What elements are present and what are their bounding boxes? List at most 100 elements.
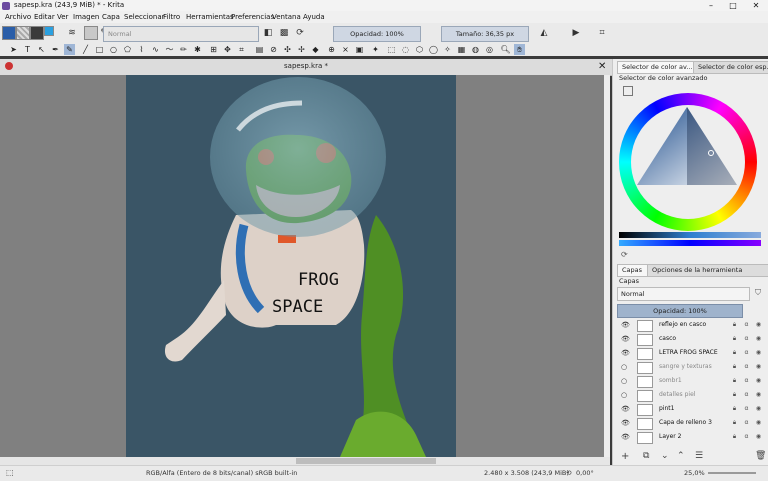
eye-icon[interactable]: 👁︎ — [621, 405, 630, 413]
zoom-label[interactable]: 25,0% — [684, 469, 705, 477]
layer-row[interactable]: 👁︎ casco 🔒︎ α ◉ — [613, 332, 767, 346]
delete-layer-button[interactable]: 🗑︎ — [755, 451, 766, 461]
crop-icon[interactable]: ⌗ — [596, 27, 608, 39]
menu-ver[interactable]: Ver — [57, 13, 68, 21]
menu-ayuda[interactable]: Ayuda — [303, 13, 325, 21]
lock-icon[interactable]: 🔒︎ — [731, 335, 738, 342]
preserve-alpha-icon[interactable]: ▩ — [278, 27, 290, 39]
close-document-icon[interactable]: ✕ — [598, 61, 606, 72]
menu-editar[interactable]: Editar — [34, 13, 55, 21]
lock-icon[interactable]: 🔒︎ — [731, 433, 738, 440]
lock-icon[interactable]: 🔒︎ — [731, 391, 738, 398]
move-tool-icon[interactable]: ✥ — [222, 44, 233, 55]
zoom-tool-icon[interactable]: 🔍︎ — [500, 44, 511, 55]
move-layer-up-button[interactable]: ⌃ — [677, 451, 685, 461]
menu-capa[interactable]: Capa — [102, 13, 120, 21]
rect-select-icon[interactable]: ⬚ — [386, 44, 397, 55]
pan-tool-icon[interactable]: ✦ — [370, 44, 381, 55]
layer-opacity-field[interactable]: Opacidad: 100% — [617, 304, 743, 318]
layer-row[interactable]: 👁︎ Layer 2 🔒︎ α ◉ — [613, 430, 767, 444]
alpha-lock-icon[interactable]: α — [743, 349, 750, 356]
reference-tool-icon[interactable]: ▣ — [354, 44, 365, 55]
inherit-alpha-icon[interactable]: ◉ — [755, 335, 762, 342]
polygon-select-icon[interactable]: ⬡ — [414, 44, 425, 55]
lock-icon[interactable]: 🔒︎ — [731, 363, 738, 370]
lock-icon[interactable]: 🔒︎ — [731, 377, 738, 384]
gradient-swatch[interactable] — [2, 26, 16, 40]
close-window-button[interactable]: ✕ — [745, 0, 767, 11]
alpha-lock-icon[interactable]: α — [743, 391, 750, 398]
eye-icon[interactable]: 👁︎ — [621, 335, 630, 343]
menu-imagen[interactable]: Imagen — [73, 13, 99, 21]
inherit-alpha-icon[interactable]: ◉ — [755, 433, 762, 440]
menu-archivo[interactable]: Archivo — [5, 13, 31, 21]
alpha-lock-icon[interactable]: α — [743, 377, 750, 384]
inherit-alpha-icon[interactable]: ◉ — [755, 419, 762, 426]
inherit-alpha-icon[interactable]: ◉ — [755, 363, 762, 370]
menu-filtro[interactable]: Filtro — [163, 13, 180, 21]
move-layer-down-button[interactable]: ⌄ — [661, 451, 669, 461]
tab-tool-options[interactable]: Opciones de la herramienta — [647, 264, 768, 277]
selection-icon[interactable]: ⬚ — [6, 468, 14, 477]
lock-icon[interactable]: 🔒︎ — [731, 405, 738, 412]
colorize-mask-icon[interactable]: ✣ — [282, 44, 293, 55]
alpha-lock-icon[interactable]: α — [743, 433, 750, 440]
freehand-path-icon[interactable]: 〜 — [164, 44, 175, 55]
rotation-icon[interactable]: ⟲ — [566, 469, 571, 477]
layer-properties-button[interactable]: ☰ — [695, 451, 703, 461]
brush-tool-icon[interactable]: ✎ — [64, 44, 75, 55]
eye-closed-icon[interactable]: ○ — [621, 391, 629, 399]
brush-preset-icon[interactable] — [84, 26, 98, 40]
background-color-swatch[interactable] — [30, 26, 44, 40]
horizontal-scrollbar[interactable] — [0, 457, 610, 465]
bezier-tool-icon[interactable]: ∿ — [150, 44, 161, 55]
eye-icon[interactable]: 👁︎ — [621, 349, 630, 357]
duplicate-layer-button[interactable]: ⧉ — [643, 451, 649, 461]
magnetic-select-icon[interactable]: ◎ — [484, 44, 495, 55]
value-slider[interactable] — [619, 232, 761, 238]
minimize-button[interactable]: – — [700, 0, 722, 11]
tab-color-selector-specific[interactable]: Selector de color esp... — [693, 61, 768, 74]
inherit-alpha-icon[interactable]: ◉ — [755, 349, 762, 356]
eye-closed-icon[interactable]: ○ — [621, 363, 629, 371]
eye-icon[interactable]: 👁︎ — [621, 321, 630, 329]
hue-slider[interactable] — [619, 240, 761, 246]
canvas-area[interactable]: FROG SPACE — [0, 75, 610, 457]
blend-mode-select[interactable]: Normal — [103, 26, 259, 42]
alpha-lock-icon[interactable]: α — [743, 321, 750, 328]
document-tab-title[interactable]: sapesp.kra * — [0, 62, 612, 70]
line-tool-icon[interactable]: ╱ — [80, 44, 91, 55]
contiguous-select-icon[interactable]: ✧ — [442, 44, 453, 55]
reload-preset-icon[interactable]: ⟳ — [294, 27, 306, 39]
inherit-alpha-icon[interactable]: ◉ — [755, 377, 762, 384]
text-tool-icon[interactable]: T — [22, 44, 33, 55]
polyline-tool-icon[interactable]: ⌇ — [136, 44, 147, 55]
mirror-vertical-icon[interactable]: ▶ — [570, 27, 582, 39]
hue-ring[interactable] — [619, 93, 757, 231]
layer-row[interactable]: 👁︎ pint1 🔒︎ α ◉ — [613, 402, 767, 416]
layer-row[interactable]: ○ detalles piel 🔒︎ α ◉ — [613, 388, 767, 402]
layer-row[interactable]: ○ sangre y texturas 🔒︎ α ◉ — [613, 360, 767, 374]
ellipse-select-icon[interactable]: ◌ — [400, 44, 411, 55]
mirror-horizontal-icon[interactable]: ◭ — [538, 27, 550, 39]
alpha-lock-icon[interactable]: α — [743, 363, 750, 370]
lock-icon[interactable]: 🔒︎ — [731, 321, 738, 328]
filter-layers-icon[interactable]: ⛉ — [755, 288, 761, 298]
menu-herramientas[interactable]: Herramientas — [186, 13, 234, 21]
menu-preferencias[interactable]: Preferencias — [231, 13, 274, 21]
multibrush-icon[interactable]: ✱ — [192, 44, 203, 55]
layer-row[interactable]: 👁︎ reflejo en casco 🔒︎ α ◉ — [613, 318, 767, 332]
bezier-select-icon[interactable]: ◍ — [470, 44, 481, 55]
tab-layers[interactable]: Capas — [617, 264, 651, 277]
outline-select-icon[interactable]: ◯ — [428, 44, 439, 55]
eraser-mode-icon[interactable]: ◧ — [262, 27, 274, 39]
gradient-tool-icon[interactable]: ▤ — [254, 44, 265, 55]
ellipse-tool-icon[interactable]: ○ — [108, 44, 119, 55]
eye-closed-icon[interactable]: ○ — [621, 377, 629, 385]
foreground-color-swatch[interactable] — [44, 26, 54, 36]
artboard[interactable]: FROG SPACE — [126, 75, 456, 457]
eye-icon[interactable]: 👁︎ — [621, 419, 630, 427]
saturation-value-triangle[interactable] — [619, 93, 757, 231]
layer-row[interactable]: 👁︎ LETRA FROG SPACE 🔒︎ α ◉ — [613, 346, 767, 360]
layer-row[interactable]: ○ sombr1 🔒︎ α ◉ — [613, 374, 767, 388]
